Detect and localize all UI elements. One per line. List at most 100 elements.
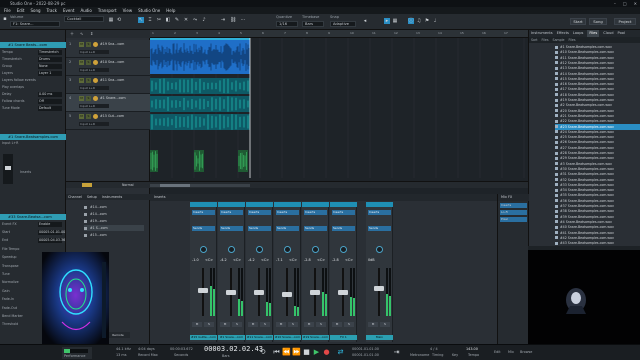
insert-slot[interactable]: Inserts [248, 210, 271, 215]
track-header[interactable]: 5 M S #15 Gut...com Input L+R [66, 112, 150, 130]
tempo-icon[interactable]: ♩ [432, 18, 438, 24]
visibility-icon[interactable] [84, 219, 87, 223]
menu-song[interactable]: Song [30, 7, 40, 14]
fader-cap[interactable] [338, 290, 348, 295]
right-locator[interactable]: 00001.01.01.00 [352, 353, 379, 357]
file-item[interactable]: #43 Snare-Beatsamples.com.wav [555, 240, 640, 246]
inspector-row[interactable]: Play overlaps [2, 85, 64, 90]
tab-channel[interactable]: Channel [68, 194, 82, 200]
fader-value[interactable]: -7.1 [276, 258, 283, 262]
arrow-tool-icon[interactable]: ↖ [138, 17, 144, 23]
sends-slot[interactable]: Sends [220, 226, 243, 231]
close-icon[interactable]: ✕ [634, 0, 637, 7]
marker-icon[interactable]: ⚑ [424, 18, 430, 24]
menu-view[interactable]: View [123, 7, 133, 14]
mute-tool-icon[interactable]: ✕ [183, 17, 189, 23]
fader-value[interactable]: 0dB [368, 258, 375, 262]
auto-scroll-icon[interactable]: ⇥ [220, 17, 226, 23]
mute-button[interactable]: M [368, 322, 378, 327]
fast-forward-icon[interactable]: ⏩ [292, 348, 301, 357]
solo-button[interactable]: S [86, 60, 91, 65]
metronome-label[interactable]: Metronome [410, 353, 429, 357]
inspector-row[interactable]: Follow chords Off [2, 99, 64, 104]
pan-value[interactable]: <C> [317, 258, 325, 262]
insert-slot[interactable]: Inserts [368, 210, 391, 215]
solo-button[interactable]: S [86, 78, 91, 83]
play-icon[interactable]: ▶ [312, 348, 321, 357]
mute-button[interactable]: M [79, 42, 84, 47]
start-button[interactable]: Start [570, 18, 586, 25]
browser-subtab[interactable]: Sample [553, 37, 565, 43]
browser-tab-files[interactable]: Files [587, 30, 600, 37]
solo-button[interactable]: S [204, 322, 214, 327]
punch-icon[interactable]: ⇥ [392, 348, 401, 357]
menu-file[interactable]: File [4, 7, 11, 14]
fader-value[interactable]: -4.2 [248, 258, 255, 262]
expand-icon[interactable]: ⇕ [90, 31, 93, 36]
loop-range[interactable] [150, 38, 250, 40]
range-tool-icon[interactable]: ⌶ [147, 17, 153, 23]
browser-tab-instruments[interactable]: Instruments [531, 30, 553, 37]
arrow-left-icon[interactable]: ◂ [362, 18, 368, 24]
mixer-channel-strip[interactable]: Inserts Sends -1.0 <C> M S #15 Gutte...com [190, 202, 217, 342]
track-name[interactable]: #19 Sna...com [100, 42, 124, 46]
time-signature[interactable]: 4 / 4 [430, 347, 438, 351]
pan-knob[interactable] [376, 246, 383, 253]
key-label[interactable]: Key [452, 353, 458, 357]
track-name[interactable]: #1 Snare...com [100, 96, 126, 100]
insert-slot[interactable]: Inserts [304, 210, 327, 215]
mix-fx-lofi[interactable]: Lo-Fi [500, 210, 527, 215]
track-header[interactable]: 2 M S #10 Sna...com Input L+R [66, 58, 150, 76]
fader-cap[interactable] [254, 290, 264, 295]
browser-tab-effects[interactable]: Effects [557, 30, 569, 37]
add-track-icon[interactable]: ＋ [70, 31, 74, 37]
minimize-icon[interactable]: – [614, 0, 616, 7]
loop-toggle-icon[interactable]: ⇄ [336, 348, 345, 357]
record-arm-icon[interactable] [93, 96, 98, 101]
track-input[interactable]: Input L+R [79, 68, 109, 72]
record-arm-icon[interactable] [93, 78, 98, 83]
snap-icon[interactable]: ⋯ [240, 17, 246, 23]
snap-toggle-icon[interactable]: ▸ [384, 18, 390, 24]
inspector-fader-cap[interactable] [5, 166, 11, 170]
mute-button[interactable]: M [276, 322, 286, 327]
track-header[interactable]: 4 M S #1 Snare...com Input L+R [66, 94, 150, 112]
fader-cap[interactable] [374, 285, 384, 291]
inspector-row[interactable]: Timestretch Drums [2, 57, 64, 62]
event-fx-row[interactable]: Event FX Enable [2, 222, 64, 227]
solo-button[interactable]: S [344, 322, 354, 327]
pan-knob[interactable] [228, 246, 235, 253]
channel-label[interactable]: #10 Snare...com [274, 335, 301, 340]
clip-canvas[interactable] [150, 38, 528, 188]
sends-slot[interactable]: Sends [192, 226, 215, 231]
channel-list-item[interactable]: #15...com [84, 232, 144, 238]
pan-knob[interactable] [200, 246, 207, 253]
song-button[interactable]: Song [589, 18, 607, 25]
pan-knob[interactable] [340, 246, 347, 253]
channel-label[interactable]: #15 Gutte...com [190, 335, 217, 340]
mute-button[interactable]: M [79, 78, 84, 83]
solo-button[interactable]: S [86, 96, 91, 101]
pan-value[interactable]: <C> [289, 258, 297, 262]
timeline-ruler[interactable]: 1 2 3 4 5 6 7 8 9 10 11 12 13 14 15 16 17 [150, 30, 528, 38]
inspector-inserts[interactable]: Inserts [20, 170, 60, 175]
track-name[interactable]: #10 Sna...com [100, 60, 124, 64]
insert-slot[interactable]: Inserts [332, 210, 355, 215]
info-icon[interactable]: ⓘ [408, 18, 414, 24]
solo-button[interactable]: S [86, 114, 91, 119]
position-display[interactable]: 00003.02.02.43 [204, 345, 263, 353]
menu-track[interactable]: Track [47, 7, 57, 14]
link-icon[interactable]: ⛓ [230, 17, 236, 23]
mute-button[interactable]: M [304, 322, 314, 327]
mixer-channel-strip[interactable]: Inserts Sends -7.1 <C> M S #10 Snare...com [274, 202, 301, 342]
edit-button[interactable]: Edit [494, 350, 501, 354]
mute-button[interactable]: M [220, 322, 230, 327]
solo-button[interactable]: S [288, 322, 298, 327]
remote-button[interactable]: Remote [106, 332, 130, 338]
fader-value[interactable]: -2.8 [304, 258, 311, 262]
menu-transport[interactable]: Transport [98, 7, 117, 14]
solo-button[interactable]: S [316, 322, 326, 327]
visibility-icon[interactable] [84, 226, 87, 230]
tab-instruments[interactable]: Instruments [102, 194, 122, 200]
fader-cap[interactable] [310, 290, 320, 295]
